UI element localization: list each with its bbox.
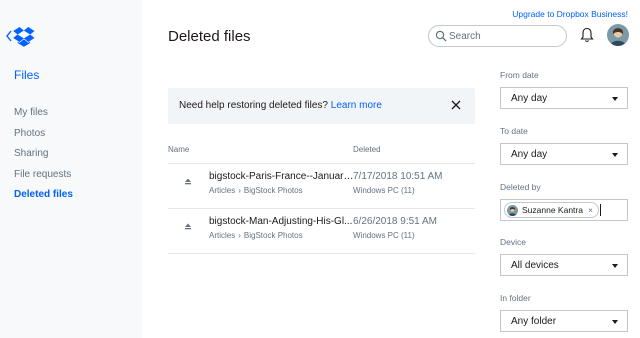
deleted-device: Windows PC (11) bbox=[353, 186, 415, 195]
filter-label-device: Device bbox=[500, 237, 526, 247]
token-name: Suzanne Kantra bbox=[522, 205, 583, 215]
sidebar-item-photos[interactable]: Photos bbox=[14, 127, 73, 148]
filter-label-in-folder: In folder bbox=[500, 293, 531, 303]
help-banner: Need help restoring deleted files? Learn… bbox=[168, 88, 475, 124]
banner-text: Need help restoring deleted files? Learn… bbox=[179, 100, 382, 111]
remove-token-icon[interactable]: × bbox=[588, 205, 593, 215]
file-name[interactable]: bigstock-Paris-France--January-... bbox=[209, 171, 354, 182]
sidebar: Files My files Photos Sharing File reque… bbox=[0, 0, 142, 338]
deleted-date: 7/17/2018 10:51 AM bbox=[353, 171, 443, 182]
caret-down-icon bbox=[612, 264, 618, 268]
path-separator: › bbox=[238, 186, 241, 195]
from-date-select[interactable]: Any day bbox=[500, 87, 628, 109]
file-name[interactable]: bigstock-Man-Adjusting-His-Gl... bbox=[209, 216, 354, 227]
device-select[interactable]: All devices bbox=[500, 254, 628, 276]
column-header-deleted[interactable]: Deleted bbox=[353, 145, 381, 154]
folder-value: Any folder bbox=[511, 316, 557, 327]
folder-select[interactable]: Any folder bbox=[500, 310, 628, 332]
page-title: Deleted files bbox=[168, 28, 251, 45]
deleted-file-icon bbox=[185, 178, 191, 185]
path-segment[interactable]: BigStock Photos bbox=[244, 186, 303, 195]
deleted-by-input[interactable]: Suzanne Kantra × bbox=[500, 199, 628, 221]
bell-icon[interactable] bbox=[580, 27, 594, 43]
dropbox-logo[interactable] bbox=[13, 27, 35, 47]
chevron-left-icon[interactable] bbox=[5, 29, 13, 43]
caret-down-icon bbox=[612, 97, 618, 101]
path-segment[interactable]: Articles bbox=[209, 186, 235, 195]
search-icon bbox=[435, 30, 447, 42]
token-avatar bbox=[507, 204, 518, 216]
sidebar-heading-files[interactable]: Files bbox=[14, 68, 39, 82]
sidebar-item-deleted-files[interactable]: Deleted files bbox=[14, 188, 73, 209]
device-value: All devices bbox=[511, 260, 559, 271]
text-cursor bbox=[600, 204, 601, 216]
search-box[interactable] bbox=[428, 25, 567, 47]
deleted-date: 6/26/2018 9:51 AM bbox=[353, 216, 437, 227]
file-path: Articles › BigStock Photos bbox=[209, 231, 303, 240]
sidebar-item-sharing[interactable]: Sharing bbox=[14, 147, 73, 168]
sidebar-nav: My files Photos Sharing File requests De… bbox=[14, 106, 73, 209]
deleted-device: Windows PC (11) bbox=[353, 231, 415, 240]
path-segment[interactable]: BigStock Photos bbox=[244, 231, 303, 240]
table-divider bbox=[168, 253, 475, 254]
deleted-file-icon bbox=[185, 223, 191, 230]
path-segment[interactable]: Articles bbox=[209, 231, 235, 240]
filter-label-deleted-by: Deleted by bbox=[500, 182, 541, 192]
sidebar-item-my-files[interactable]: My files bbox=[14, 106, 73, 127]
user-token[interactable]: Suzanne Kantra × bbox=[504, 202, 599, 218]
to-date-value: Any day bbox=[511, 149, 548, 160]
file-path: Articles › BigStock Photos bbox=[209, 186, 303, 195]
close-icon[interactable] bbox=[451, 100, 461, 110]
to-date-select[interactable]: Any day bbox=[500, 143, 628, 165]
table-row[interactable]: bigstock-Paris-France--January-... Artic… bbox=[168, 164, 475, 208]
banner-message: Need help restoring deleted files? bbox=[179, 100, 328, 111]
column-header-name[interactable]: Name bbox=[168, 145, 189, 154]
table-row[interactable]: bigstock-Man-Adjusting-His-Gl... Article… bbox=[168, 209, 475, 253]
filter-label-from-date: From date bbox=[500, 70, 539, 80]
path-separator: › bbox=[238, 231, 241, 240]
upgrade-link[interactable]: Upgrade to Dropbox Business! bbox=[512, 9, 628, 19]
filter-label-to-date: To date bbox=[500, 126, 528, 136]
search-input[interactable] bbox=[449, 29, 559, 43]
avatar[interactable] bbox=[607, 24, 629, 46]
sidebar-item-file-requests[interactable]: File requests bbox=[14, 168, 73, 189]
caret-down-icon bbox=[612, 153, 618, 157]
from-date-value: Any day bbox=[511, 93, 548, 104]
caret-down-icon bbox=[612, 320, 618, 324]
learn-more-link[interactable]: Learn more bbox=[331, 100, 382, 111]
